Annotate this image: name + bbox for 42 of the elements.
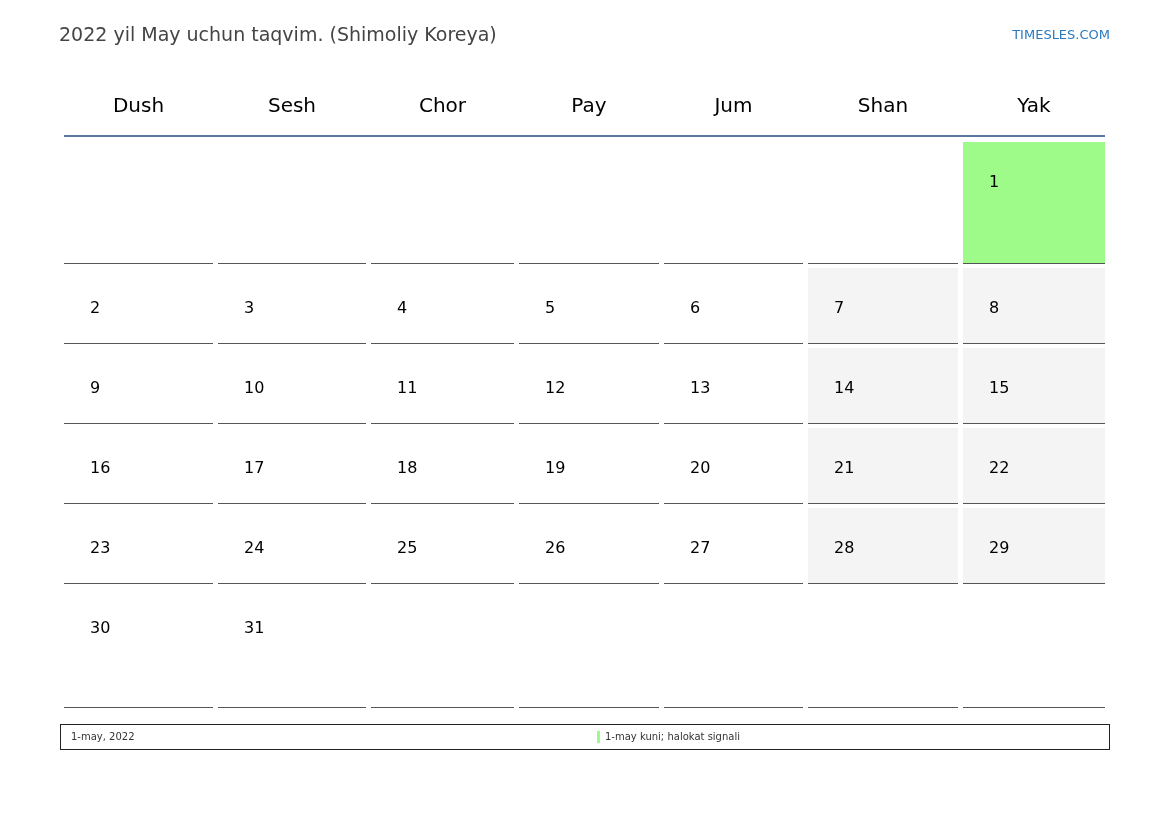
day-number: 21 — [834, 457, 855, 477]
weekday-header: Pay — [570, 91, 608, 119]
day-number: 26 — [545, 537, 566, 557]
day-number: 18 — [397, 457, 418, 477]
weekday-header: Jum — [712, 91, 754, 119]
weekday-header: Dush — [111, 91, 166, 119]
day-number: 29 — [989, 537, 1010, 557]
day-number: 20 — [690, 457, 711, 477]
day-number: 9 — [90, 377, 101, 397]
day-number: 23 — [90, 537, 111, 557]
day-number: 17 — [244, 457, 265, 477]
day-number: 27 — [690, 537, 711, 557]
day-number: 4 — [397, 297, 408, 317]
day-number: 13 — [690, 377, 711, 397]
day-number: 14 — [834, 377, 855, 397]
day-number: 24 — [244, 537, 265, 557]
day-number: 7 — [834, 297, 845, 317]
day-number: 3 — [244, 297, 255, 317]
day-number: 2 — [90, 297, 101, 317]
day-number: 15 — [989, 377, 1010, 397]
holiday-name: 1-may kuni; halokat signali — [605, 730, 740, 744]
day-number: 28 — [834, 537, 855, 557]
weekday-header: Sesh — [266, 91, 318, 119]
weekday-header: Yak — [1016, 91, 1052, 119]
weekday-header: Shan — [856, 91, 910, 119]
day-number: 31 — [244, 617, 265, 637]
day-number: 1 — [989, 171, 1000, 191]
day-number: 5 — [545, 297, 556, 317]
day-number: 30 — [90, 617, 111, 637]
day-number: 22 — [989, 457, 1010, 477]
day-number: 12 — [545, 377, 566, 397]
day-number: 25 — [397, 537, 418, 557]
day-number: 10 — [244, 377, 265, 397]
day-number: 11 — [397, 377, 418, 397]
page-title: 2022 yil May uchun taqvim. (Shimoliy Koreya) — [59, 22, 497, 47]
day-number: 8 — [989, 297, 1000, 317]
day-number: 19 — [545, 457, 566, 477]
day-number: 6 — [690, 297, 701, 317]
holiday-date: 1-may, 2022 — [71, 730, 136, 744]
weekday-header: Chor — [417, 91, 468, 119]
site-link[interactable]: TIMESLES.COM — [1012, 24, 1110, 44]
day-number: 16 — [90, 457, 111, 477]
